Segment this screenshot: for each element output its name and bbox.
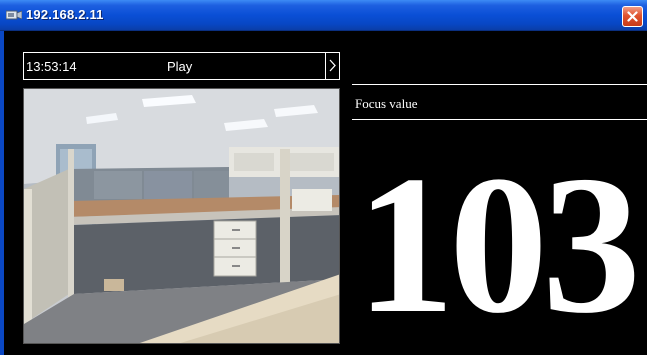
close-icon <box>627 11 638 22</box>
play-button[interactable]: Play <box>167 59 192 74</box>
timestamp: 13:53:14 <box>26 59 77 74</box>
divider-top <box>352 84 647 85</box>
chevron-right-icon <box>329 59 336 72</box>
window-frame-left <box>0 31 4 355</box>
camera-video-frame <box>23 88 340 344</box>
focus-value-label: Focus value <box>355 96 418 111</box>
divider-bottom <box>352 119 647 120</box>
next-button[interactable] <box>325 53 339 79</box>
camera-window: 192.168.2.11 13:53:14 Play Focus value 1… <box>0 0 647 355</box>
camera-app-icon <box>6 10 22 20</box>
playback-bar: 13:53:14 Play <box>23 52 340 80</box>
focus-value-number: 103 <box>356 135 641 354</box>
office-scene-image <box>24 89 339 343</box>
close-button[interactable] <box>622 6 643 27</box>
title-bar[interactable]: 192.168.2.11 <box>0 0 647 31</box>
window-title: 192.168.2.11 <box>26 7 104 22</box>
